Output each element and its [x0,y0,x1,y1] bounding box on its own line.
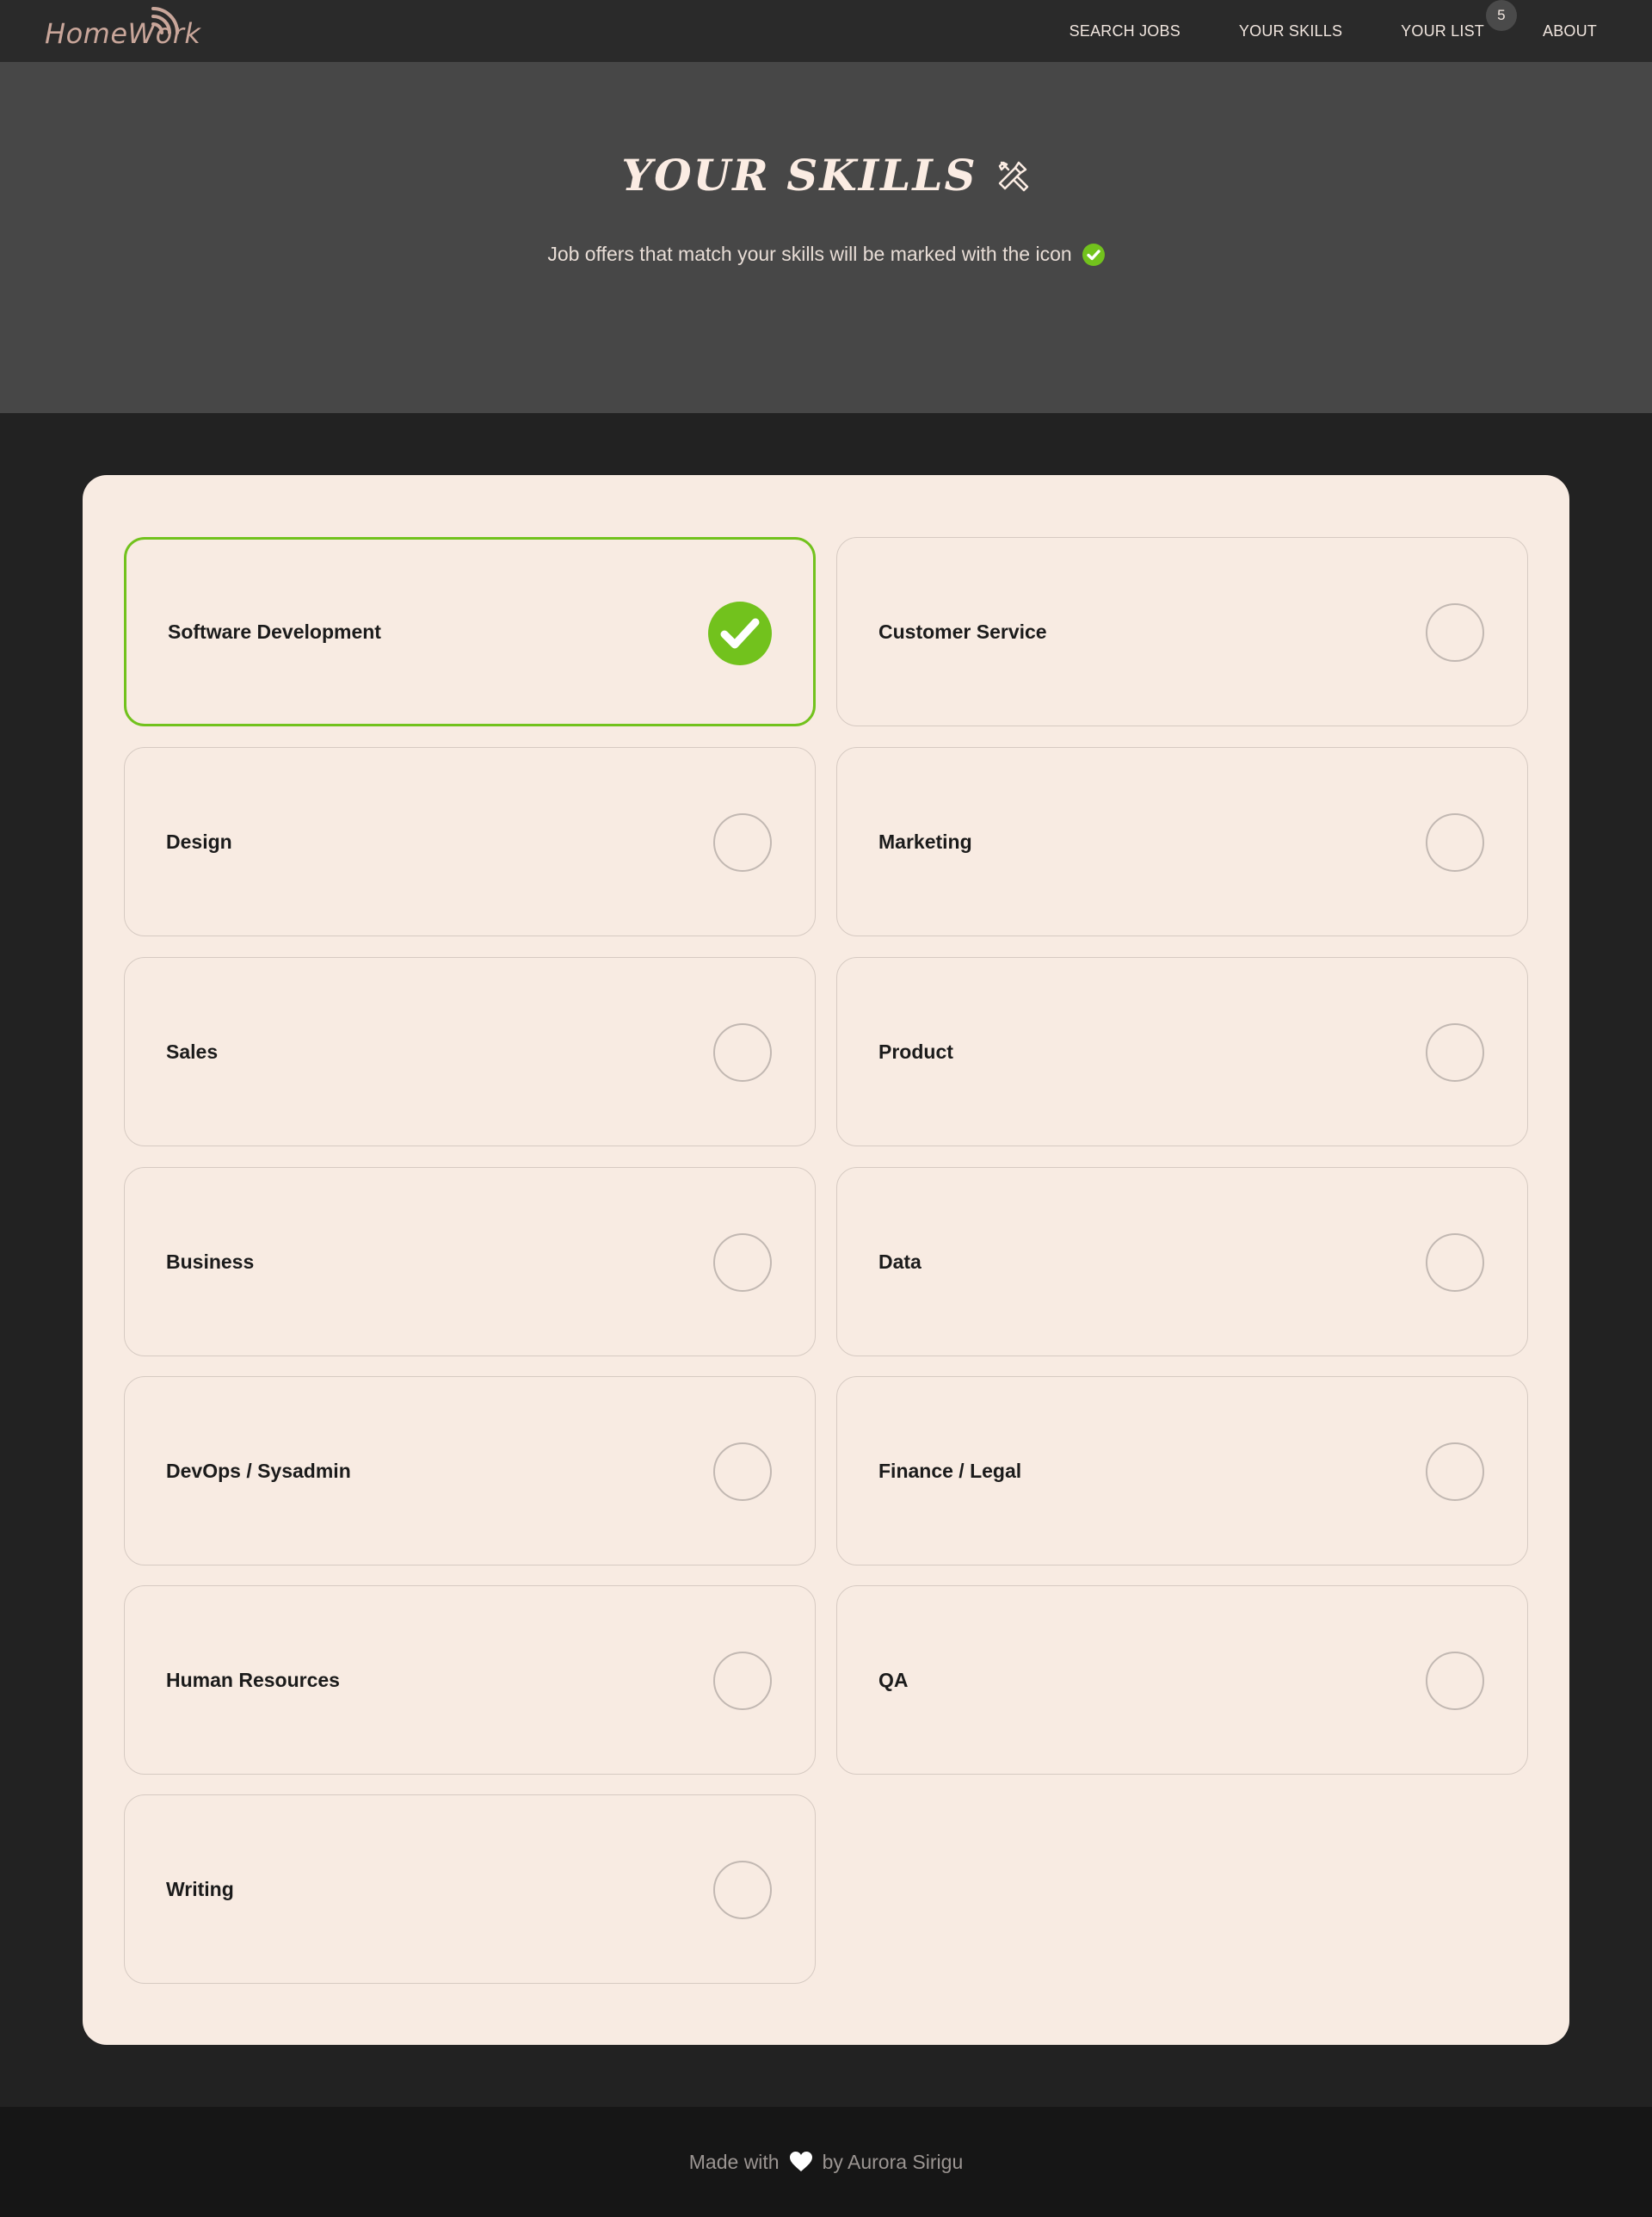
nav-about[interactable]: ABOUT [1543,22,1597,40]
hero-title-row: YOUR SKILLS [0,150,1652,201]
hero-banner: YOUR SKILLS Job offers that match your s… [0,62,1652,413]
nav-your-skills[interactable]: YOUR SKILLS [1239,22,1342,40]
skill-label: Product [878,1040,953,1063]
unchecked-circle-icon [713,1023,772,1082]
heart-icon [789,2152,812,2171]
skill-card-sales[interactable]: Sales [124,957,816,1146]
unchecked-circle-icon [713,813,772,872]
signal-icon [151,7,179,34]
page-title: YOUR SKILLS [621,150,977,201]
skill-card-business[interactable]: Business [124,1167,816,1356]
unchecked-circle-icon [1426,1023,1484,1082]
skill-label: Data [878,1250,922,1273]
skill-label: DevOps / Sysadmin [166,1459,351,1482]
skill-label: Customer Service [878,620,1047,643]
skill-card-software-development[interactable]: Software Development [124,537,816,726]
unchecked-circle-icon [713,1442,772,1501]
skill-card-writing[interactable]: Writing [124,1794,816,1984]
skill-label: Business [166,1250,255,1273]
unchecked-circle-icon [713,1861,772,1919]
footer-prefix: Made with [688,2150,780,2173]
skill-label: Software Development [168,620,381,643]
skill-label: QA [878,1668,909,1691]
skill-card-marketing[interactable]: Marketing [836,747,1528,936]
check-circle-icon [708,602,772,665]
hero-subtitle: Job offers that match your skills will b… [547,243,1072,265]
unchecked-circle-icon [1426,1233,1484,1292]
unchecked-circle-icon [1426,813,1484,872]
skill-card-human-resources[interactable]: Human Resources [124,1585,816,1775]
unchecked-circle-icon [713,1233,772,1292]
unchecked-circle-icon [1426,603,1484,662]
skill-label: Sales [166,1040,219,1063]
skill-label: Human Resources [166,1668,340,1691]
skill-card-devops-sysadmin[interactable]: DevOps / Sysadmin [124,1376,816,1565]
skill-label: Marketing [878,830,972,853]
nav-search-jobs[interactable]: SEARCH JOBS [1069,22,1180,40]
check-circle-icon [1082,243,1105,266]
skills-panel: Software Development Customer Service De… [83,475,1569,2045]
skill-label: Design [166,830,232,853]
unchecked-circle-icon [713,1652,772,1710]
skill-label: Writing [166,1877,234,1900]
nav-your-list[interactable]: YOUR LIST 5 [1401,0,1517,40]
skill-card-customer-service[interactable]: Customer Service [836,537,1528,726]
skill-card-qa[interactable]: QA [836,1585,1528,1775]
tools-icon [998,161,1028,191]
nav-links: SEARCH JOBS YOUR SKILLS YOUR LIST 5 ABOU… [1011,0,1597,62]
skill-label: Finance / Legal [878,1459,1022,1482]
list-count-badge: 5 [1485,0,1517,31]
top-navbar: HomeWork SEARCH JOBS YOUR SKILLS YOUR LI… [0,0,1652,62]
skill-card-design[interactable]: Design [124,747,816,936]
hero-subtitle-row: Job offers that match your skills will b… [0,243,1652,266]
unchecked-circle-icon [1426,1652,1484,1710]
footer-author: by Aurora Sirigu [822,2150,964,2173]
unchecked-circle-icon [1426,1442,1484,1501]
skill-card-finance-legal[interactable]: Finance / Legal [836,1376,1528,1565]
skill-card-data[interactable]: Data [836,1167,1528,1356]
page-footer: Made with by Aurora Sirigu [0,2107,1652,2217]
skill-card-product[interactable]: Product [836,957,1528,1146]
nav-your-list-label: YOUR LIST [1401,22,1484,40]
